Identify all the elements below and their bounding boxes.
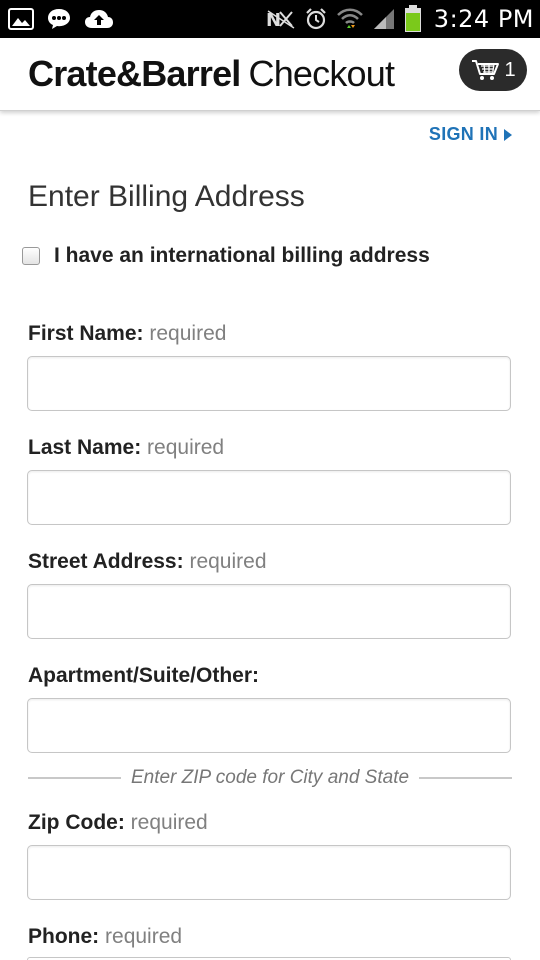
logo[interactable]: Crate&Barrel Checkout [28, 53, 395, 94]
last-name-label: Last Name: required [28, 436, 224, 460]
svg-text:N: N [266, 10, 281, 30]
field-label-text: Phone: [28, 925, 100, 948]
zip-hint-divider: Enter ZIP code for City and State [28, 766, 513, 790]
status-bar: N 3:24 PM [0, 0, 540, 38]
field-label-text: Apartment/Suite/Other: [28, 664, 260, 687]
cart-count: 1 [504, 58, 516, 81]
apartment-input[interactable] [27, 698, 511, 753]
required-note: required [189, 550, 267, 573]
zip-hint-text: Enter ZIP code for City and State [130, 767, 410, 788]
battery-icon [404, 5, 422, 33]
divider-line [419, 777, 513, 779]
required-note: required [149, 322, 227, 345]
status-bar-notifications [8, 4, 114, 34]
phone-label: Phone: required [28, 925, 182, 949]
field-label-text: Last Name: [28, 436, 142, 459]
apartment-label: Apartment/Suite/Other: [28, 664, 259, 688]
first-name-label: First Name: required [28, 322, 226, 346]
status-bar-system: N 3:24 PM [266, 2, 534, 36]
international-address-checkbox[interactable] [22, 247, 40, 265]
field-label-text: First Name: [28, 322, 144, 345]
cart-button[interactable]: 1 [459, 49, 527, 91]
cloud-upload-icon [84, 8, 114, 30]
required-note: required [105, 925, 183, 948]
international-address-label[interactable]: I have an international billing address [54, 244, 430, 268]
required-note: required [147, 436, 225, 459]
arrow-right-icon [504, 128, 512, 141]
divider-line [28, 777, 121, 779]
page-title: Enter Billing Address [28, 180, 305, 213]
chat-icon [46, 7, 72, 31]
alarm-icon [304, 7, 328, 31]
street-address-input[interactable] [27, 584, 511, 639]
first-name-input[interactable] [27, 356, 511, 411]
field-label-text: Street Address: [28, 550, 184, 573]
sign-in-link[interactable]: SIGN IN [429, 124, 512, 145]
last-name-input[interactable] [27, 470, 511, 525]
page-name: Checkout [248, 53, 395, 94]
zip-code-label: Zip Code: required [28, 811, 208, 835]
image-icon [8, 8, 34, 30]
cart-icon [470, 58, 500, 82]
sign-in-label: SIGN IN [428, 124, 498, 144]
signal-icon [372, 7, 396, 31]
brand-name: Crate&Barrel [28, 53, 241, 94]
international-address-option[interactable]: I have an international billing address [22, 244, 430, 268]
clock: 3:24 PM [433, 5, 534, 33]
nfc-off-icon: N [266, 8, 296, 30]
app-header: Crate&Barrel Checkout 1 [0, 38, 540, 111]
street-address-label: Street Address: required [28, 550, 267, 574]
wifi-icon [336, 6, 364, 32]
zip-code-input[interactable] [27, 845, 511, 900]
required-note: required [130, 811, 208, 834]
field-label-text: Zip Code: [28, 811, 125, 834]
